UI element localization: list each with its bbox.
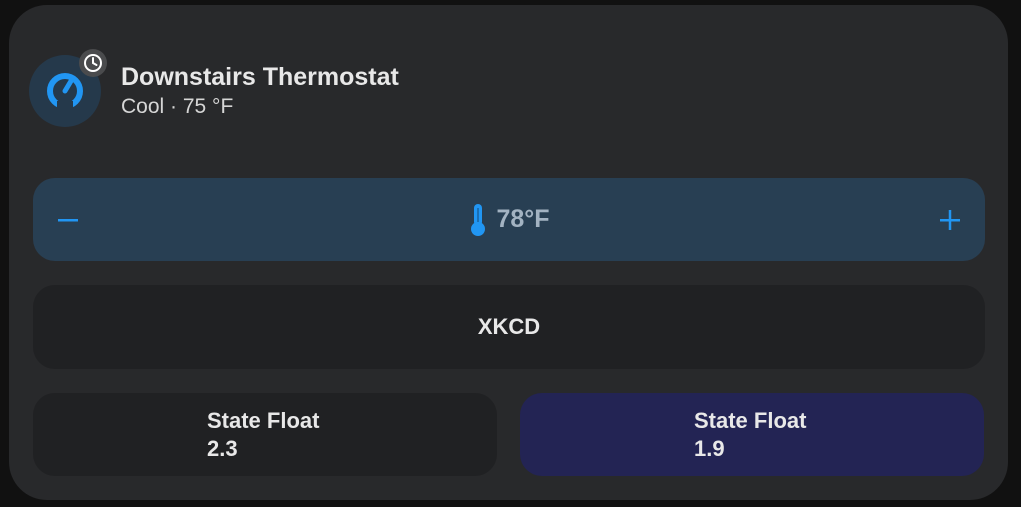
temperature-display: 78°F: [33, 178, 985, 261]
state-float-content: State Float 1.9: [694, 407, 806, 463]
thermostat-gauge-icon: [47, 73, 83, 109]
title-block: Downstairs Thermostat Cool · 75 °F: [121, 61, 399, 121]
thermostat-icon-button[interactable]: [29, 49, 107, 127]
state-float-label: State Float: [694, 408, 807, 433]
card-header: Downstairs Thermostat Cool · 75 °F: [29, 49, 399, 129]
thermometer-icon: [471, 203, 486, 236]
decrease-temperature-button[interactable]: [33, 178, 103, 261]
minus-icon: [58, 218, 78, 221]
schedule-badge: [79, 49, 107, 77]
temperature-control: 78°F: [33, 178, 985, 261]
state-float-value: 2.3: [207, 436, 238, 461]
state-float-value: 1.9: [694, 436, 725, 461]
state-float-label: State Float: [207, 408, 320, 433]
setpoint-value: 78°F: [496, 205, 550, 233]
card-subtitle: Cool · 75 °F: [121, 95, 234, 118]
state-float-button-1[interactable]: State Float 2.3: [33, 393, 497, 476]
state-float-button-2[interactable]: State Float 1.9: [520, 393, 984, 476]
plus-icon: [940, 209, 960, 230]
xkcd-button[interactable]: XKCD: [33, 285, 985, 369]
increase-temperature-button[interactable]: [915, 178, 985, 261]
thermostat-card: Downstairs Thermostat Cool · 75 °F 78°F: [9, 5, 1008, 500]
xkcd-button-label: XKCD: [477, 314, 541, 339]
state-float-content: State Float 2.3: [207, 407, 319, 463]
card-title: Downstairs Thermostat: [121, 63, 399, 91]
clock-icon: [84, 54, 102, 72]
